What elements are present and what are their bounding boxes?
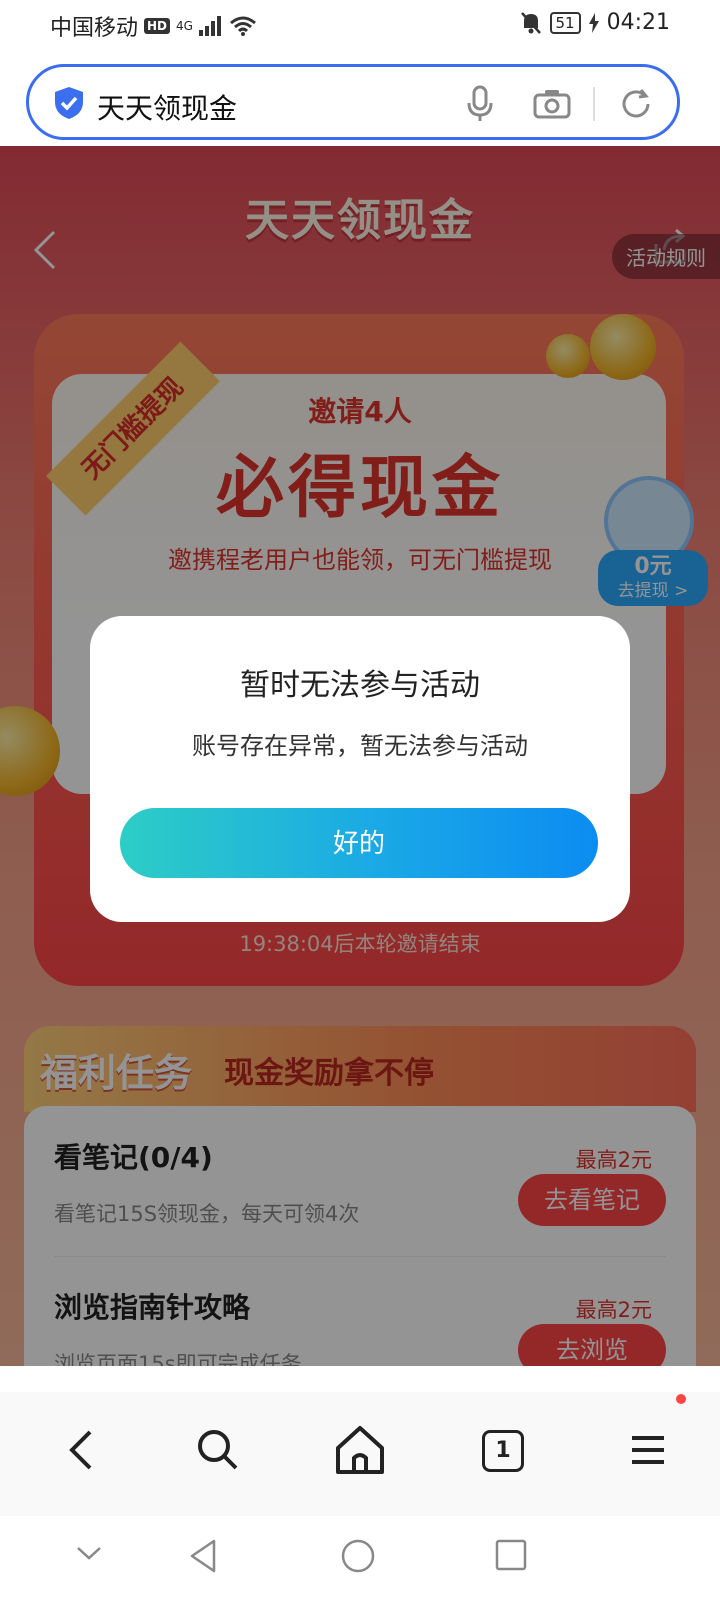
wifi-icon bbox=[230, 16, 256, 36]
refresh-icon[interactable] bbox=[619, 87, 653, 121]
signal-icon bbox=[198, 16, 221, 36]
hd-badge: HD bbox=[144, 18, 171, 34]
nav-recents-icon[interactable] bbox=[494, 1538, 528, 1572]
tabs-button[interactable]: 1 bbox=[482, 1430, 542, 1490]
browser-toolbar: 1 bbox=[0, 1392, 720, 1516]
shield-icon bbox=[55, 87, 83, 119]
battery-level: 51 bbox=[549, 11, 581, 34]
status-bar: 中国移动 HD 4G 51 04:21 bbox=[0, 0, 720, 52]
clock: 04:21 bbox=[606, 10, 670, 35]
mute-icon bbox=[520, 11, 541, 34]
back-icon[interactable] bbox=[52, 1420, 112, 1480]
nav-back-icon[interactable] bbox=[188, 1538, 218, 1574]
charging-icon bbox=[588, 12, 599, 33]
address-bar-text[interactable]: 天天领现金 bbox=[97, 87, 237, 127]
address-bar[interactable]: 天天领现金 bbox=[26, 64, 680, 140]
carrier-label: 中国移动 bbox=[50, 16, 139, 41]
nav-home-icon[interactable] bbox=[340, 1538, 376, 1574]
ok-button[interactable]: 好的 bbox=[120, 808, 598, 878]
notification-dot bbox=[676, 1394, 686, 1404]
home-icon[interactable] bbox=[330, 1420, 390, 1480]
tab-count: 1 bbox=[482, 1430, 524, 1472]
network-label: 4G bbox=[176, 19, 193, 33]
menu-icon[interactable] bbox=[620, 1420, 680, 1480]
microphone-icon[interactable] bbox=[465, 85, 495, 123]
hide-keyboard-icon[interactable] bbox=[74, 1538, 104, 1568]
error-dialog: 暂时无法参与活动 账号存在异常，暂无法参与活动 好的 bbox=[90, 616, 630, 922]
dialog-title: 暂时无法参与活动 bbox=[240, 668, 480, 703]
search-bar-divider bbox=[593, 87, 595, 121]
camera-icon[interactable] bbox=[533, 89, 571, 119]
dialog-message: 账号存在异常，暂无法参与活动 bbox=[192, 732, 528, 760]
search-icon[interactable] bbox=[188, 1420, 248, 1480]
system-nav-bar bbox=[0, 1516, 720, 1600]
